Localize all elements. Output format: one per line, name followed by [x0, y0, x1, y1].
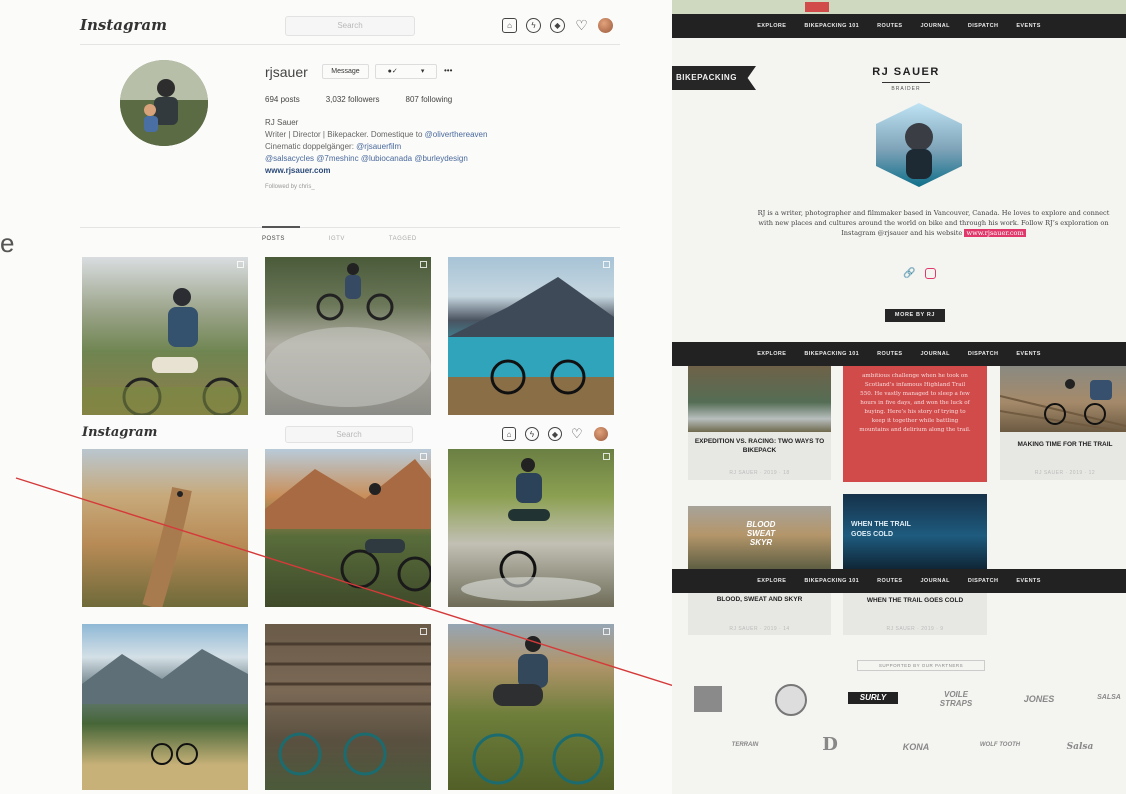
- card-title-making-time[interactable]: MAKING TIME FOR THE TRAIL: [1004, 440, 1126, 449]
- nav-journal[interactable]: JOURNAL: [920, 578, 949, 584]
- nav-events[interactable]: EVENTS: [1016, 351, 1040, 357]
- sponsor-logo-1[interactable]: [775, 684, 807, 716]
- sponsor-logo-salsa-partial[interactable]: SALSA: [1092, 694, 1126, 701]
- sponsor-logo-d[interactable]: D: [810, 734, 850, 755]
- sponsor-logo-voile[interactable]: VOILE STRAPS: [928, 690, 984, 708]
- sponsor-logo-terrain[interactable]: TERRAIN: [720, 742, 770, 748]
- nav-dispatch[interactable]: DISPATCH: [968, 351, 999, 357]
- sticky-nav-1: EXPLORE BIKEPACKING 101 ROUTES JOURNAL D…: [672, 342, 1126, 366]
- author-role: BRAIDER: [891, 86, 921, 92]
- card-image-expedition[interactable]: [688, 366, 831, 432]
- card-highlight-red[interactable]: ambitious challenge when he took on Scot…: [843, 366, 987, 482]
- card-meta-expedition: RJ SAUER · 2019 · 18: [729, 470, 790, 476]
- card-title-trail-cold[interactable]: WHEN THE TRAIL GOES COLD: [847, 596, 983, 605]
- link-icon[interactable]: 🔗: [903, 268, 915, 279]
- nav-bikepacking-101[interactable]: BIKEPACKING 101: [804, 351, 859, 357]
- card-image-making-time[interactable]: [999, 366, 1126, 433]
- sponsor-logo-wolf-tooth[interactable]: WOLF TOOTH: [975, 742, 1025, 748]
- nav-explore[interactable]: EXPLORE: [757, 351, 786, 357]
- red-card-text: ambitious challenge when he took on Scot…: [859, 373, 971, 433]
- card-title-expedition[interactable]: EXPEDITION VS. RACING: TWO WAYS TO BIKEP…: [692, 437, 827, 455]
- nav-dispatch[interactable]: DISPATCH: [968, 578, 999, 584]
- thumb-title-blood-sweat: BLOOD SWEAT SKYR: [746, 520, 776, 547]
- nav-explore[interactable]: EXPLORE: [757, 578, 786, 584]
- author-website-link[interactable]: www.rjsauer.com: [964, 229, 1026, 237]
- card-image-blood-sweat[interactable]: BLOOD SWEAT SKYR: [688, 506, 831, 570]
- thumb-title-trail-cold: WHEN THE TRAIL GOES COLD: [851, 521, 911, 538]
- nav-events[interactable]: EVENTS: [1016, 23, 1040, 29]
- card-image-trail-cold[interactable]: WHEN THE TRAIL GOES COLD: [843, 494, 987, 570]
- author-name-underline: [882, 82, 930, 83]
- nav-bikepacking-101[interactable]: BIKEPACKING 101: [804, 578, 859, 584]
- author-bio: RJ is a writer, photographer and filmmak…: [756, 208, 1111, 238]
- main-nav: EXPLORE BIKEPACKING 101 ROUTES JOURNAL D…: [672, 14, 1126, 38]
- author-bio-text: RJ is a writer, photographer and filmmak…: [757, 209, 1110, 237]
- card-meta-making-time: RJ SAUER · 2019 · 12: [1034, 470, 1096, 476]
- nav-dispatch[interactable]: DISPATCH: [968, 23, 999, 29]
- boardwalk-cyclist-illustration: [999, 379, 1126, 433]
- card-title-blood-sweat[interactable]: BLOOD, SWEAT AND SKYR: [692, 595, 827, 604]
- supported-by-heading: SUPPORTED BY OUR PARTNERS: [857, 660, 985, 671]
- sponsor-logo-salsa[interactable]: Salsa: [1052, 742, 1108, 752]
- nav-bikepacking-101[interactable]: BIKEPACKING 101: [804, 23, 859, 29]
- author-name: RJ SAUER: [872, 66, 940, 78]
- more-by-heading: MORE BY RJ: [885, 309, 945, 322]
- nav-routes[interactable]: ROUTES: [877, 578, 902, 584]
- top-banner: [672, 0, 1126, 14]
- sponsor-logo-jones[interactable]: JONES: [1014, 694, 1064, 704]
- nav-explore[interactable]: EXPLORE: [757, 23, 786, 29]
- card-meta-blood-sweat: RJ SAUER · 2019 · 14: [729, 626, 790, 632]
- nav-journal[interactable]: JOURNAL: [920, 351, 949, 357]
- sticky-nav-2: EXPLORE BIKEPACKING 101 ROUTES JOURNAL D…: [672, 569, 1126, 593]
- nav-journal[interactable]: JOURNAL: [920, 23, 949, 29]
- sponsor-logo-kona[interactable]: KONA: [888, 742, 944, 752]
- nav-routes[interactable]: ROUTES: [877, 23, 902, 29]
- top-banner-badge[interactable]: [805, 2, 829, 12]
- nav-routes[interactable]: ROUTES: [877, 351, 902, 357]
- card-meta-trail-cold: RJ SAUER · 2019 · 9: [886, 626, 944, 632]
- sponsor-logo-surly[interactable]: SURLY: [848, 692, 898, 704]
- bikepacking-section-tag[interactable]: BIKEPACKING: [672, 66, 756, 90]
- screenshot-root: Instagram Search ⌂ ϟ ◆ ♡ rjsauer Message…: [0, 0, 1126, 794]
- nav-events[interactable]: EVENTS: [1016, 578, 1040, 584]
- instagram-icon[interactable]: [925, 268, 936, 279]
- sponsor-target-box[interactable]: [694, 686, 722, 712]
